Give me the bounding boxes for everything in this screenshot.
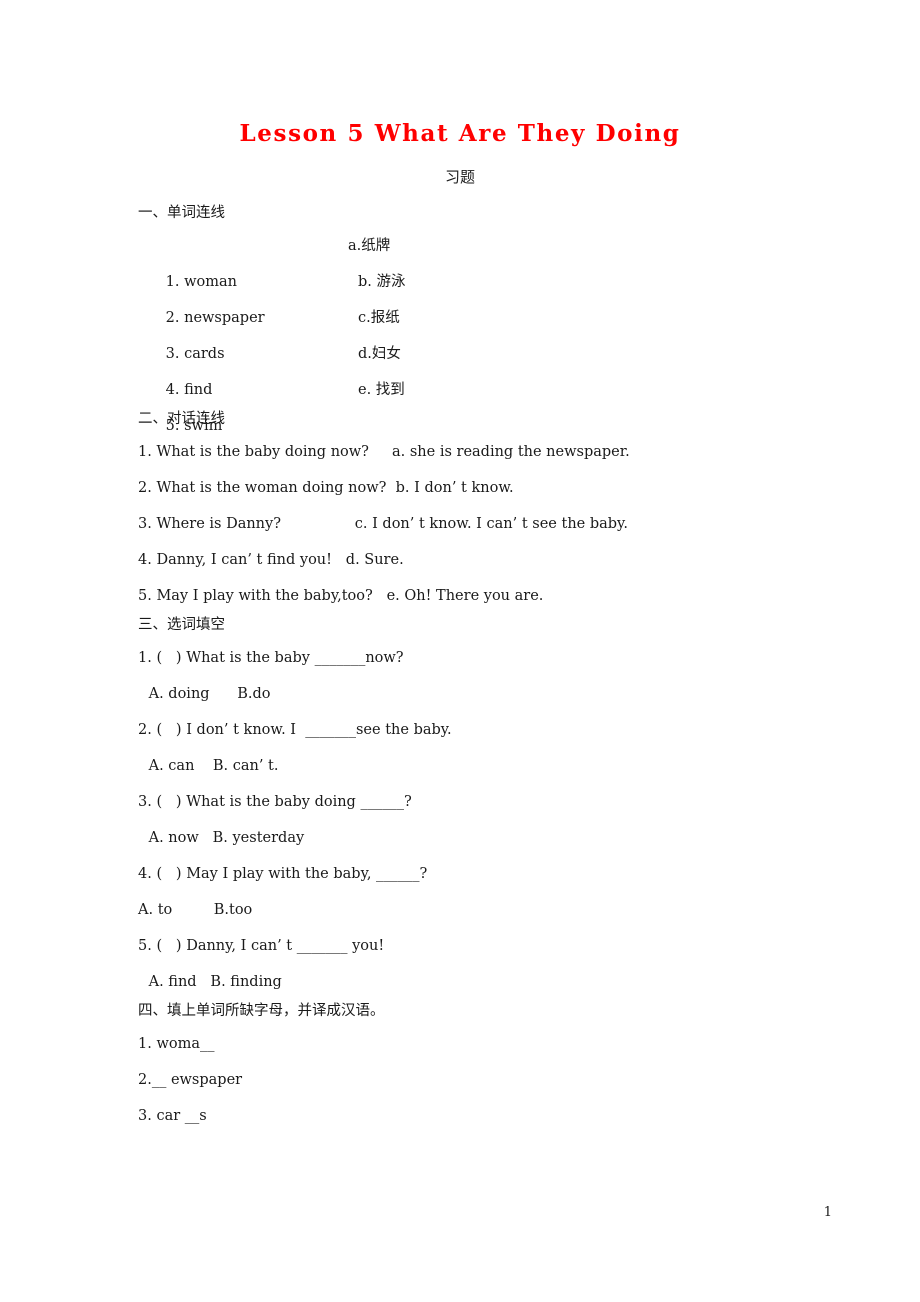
worksheet-content: 一、单词连线 1. woman a.纸牌 2. newspaper b. 游泳 … bbox=[138, 202, 838, 1134]
fill-item: 2.__ ewspaper bbox=[138, 1072, 243, 1088]
mc-question: 2. ( ) I don’ t know. I _______see the b… bbox=[138, 722, 452, 738]
match-row: 1. woman a.纸牌 bbox=[138, 228, 838, 290]
dialogue-line: 1. What is the baby doing now? a. she is… bbox=[138, 444, 630, 460]
mc-question: 4. ( ) May I play with the baby, ______? bbox=[138, 866, 428, 882]
section-2-heading: 二、对话连线 bbox=[138, 411, 225, 427]
mc-options: A. now B. yesterday bbox=[144, 830, 305, 846]
fill-item: 3. car __s bbox=[138, 1108, 207, 1124]
fill-item: 1. woma__ bbox=[138, 1036, 215, 1052]
match-answer: d.妇女 bbox=[358, 346, 401, 362]
page-number: 1 bbox=[823, 1205, 832, 1220]
match-answer: c.报纸 bbox=[358, 310, 400, 326]
mc-options: A. doing B.do bbox=[144, 686, 271, 702]
match-row: 3. cards c.报纸 bbox=[138, 300, 838, 362]
dialogue-line: 2. What is the woman doing now? b. I don… bbox=[138, 480, 514, 496]
mc-question: 5. ( ) Danny, I can’ t _______ you! bbox=[138, 938, 385, 954]
match-answer: e. 找到 bbox=[358, 382, 405, 398]
dialogue-line: 4. Danny, I can’ t find you! d. Sure. bbox=[138, 552, 404, 568]
match-row: 2. newspaper b. 游泳 bbox=[138, 264, 838, 326]
section-1-heading: 一、单词连线 bbox=[138, 205, 225, 221]
section-4-heading: 四、填上单词所缺字母，并译成汉语。 bbox=[138, 1003, 385, 1019]
page-subtitle: 习题 bbox=[444, 168, 475, 186]
dialogue-line: 5. May I play with the baby,too? e. Oh! … bbox=[138, 588, 544, 604]
mc-question: 1. ( ) What is the baby _______now? bbox=[138, 650, 404, 666]
mc-question: 3. ( ) What is the baby doing ______? bbox=[138, 794, 412, 810]
mc-options: A. to B.too bbox=[138, 902, 253, 918]
mc-options: A. can B. can’ t. bbox=[144, 758, 279, 774]
mc-options: A. find B. finding bbox=[144, 974, 282, 990]
match-answer: b. 游泳 bbox=[358, 274, 406, 290]
page-title: Lesson 5 What Are They Doing bbox=[239, 120, 681, 147]
match-row: 5. swim e. 找到 bbox=[138, 372, 838, 434]
dialogue-line: 3. Where is Danny? c. I don’ t know. I c… bbox=[138, 516, 628, 532]
match-answer: a.纸牌 bbox=[348, 238, 391, 254]
worksheet-page: Lesson 5 What Are They Doing 习题 一、单词连线 1… bbox=[0, 0, 920, 1302]
section-3-heading: 三、选词填空 bbox=[138, 617, 225, 633]
match-term: 5. swim bbox=[165, 418, 223, 434]
match-row: 4. find d.妇女 bbox=[138, 336, 838, 398]
